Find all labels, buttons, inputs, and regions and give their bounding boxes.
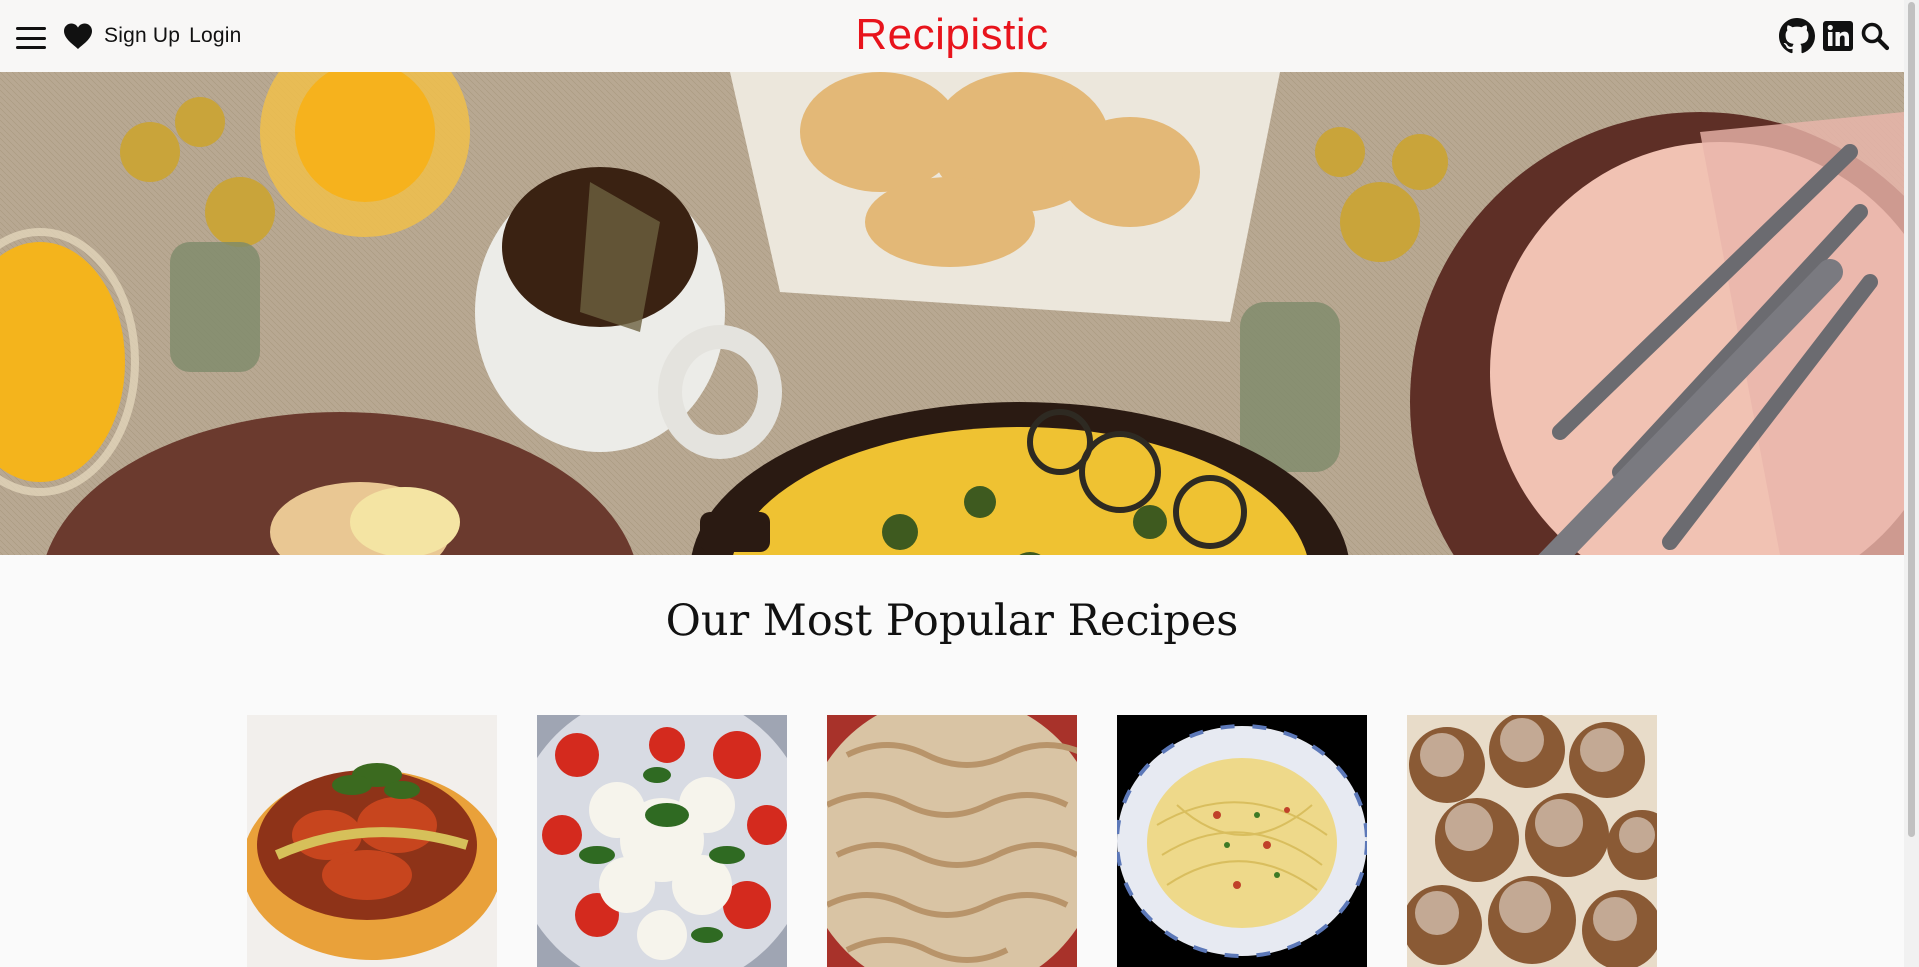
scrollbar-thumb[interactable]: [1908, 2, 1915, 837]
lattice-pie-image: [827, 715, 1077, 967]
recipe-card-spaghetti[interactable]: [1117, 715, 1367, 967]
hero-banner-image: [0, 72, 1904, 555]
doughnut-holes-image: [1407, 715, 1657, 967]
ratatouille-image: [247, 715, 497, 967]
spaghetti-image: [1117, 715, 1367, 967]
recipe-card-doughnuts[interactable]: [1407, 715, 1657, 967]
page-scrollbar[interactable]: [1904, 0, 1919, 967]
popular-recipes-grid: [247, 715, 1657, 967]
top-navbar: Sign Up Login Recipistic: [0, 0, 1904, 72]
github-icon[interactable]: [1779, 18, 1815, 54]
linkedin-icon[interactable]: [1822, 20, 1854, 52]
brand-logo-text[interactable]: Recipistic: [855, 10, 1048, 59]
search-icon[interactable]: [1860, 21, 1890, 51]
recipe-card-caprese[interactable]: [537, 715, 787, 967]
recipe-card-ratatouille[interactable]: [247, 715, 497, 967]
popular-recipes-title: Our Most Popular Recipes: [665, 596, 1239, 646]
recipe-card-pie[interactable]: [827, 715, 1077, 967]
brand-container: Recipistic: [0, 10, 1904, 60]
caprese-salad-image: [537, 715, 787, 967]
nav-right-group: [1779, 0, 1904, 72]
